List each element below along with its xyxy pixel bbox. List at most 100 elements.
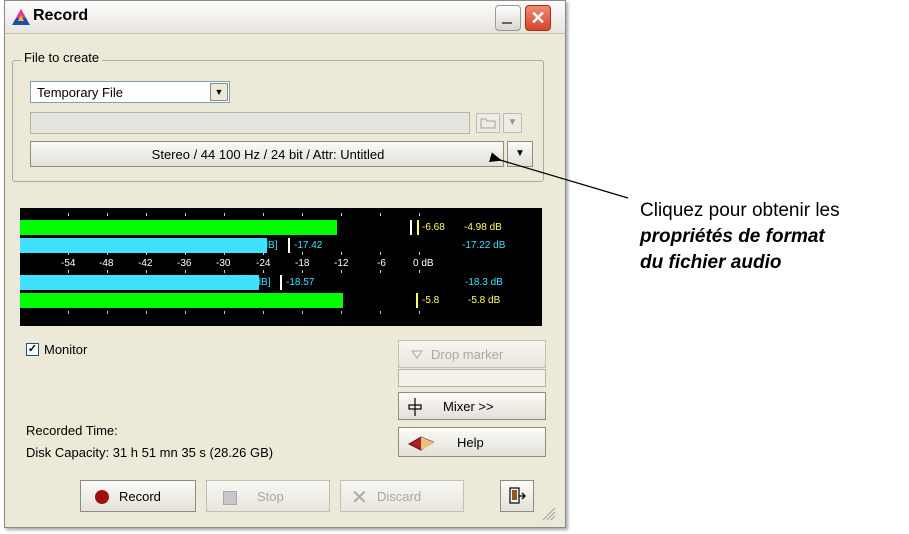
right-rms-hold-marker xyxy=(280,275,282,290)
scale-tick-label: -36 xyxy=(177,258,192,269)
scale-tick xyxy=(302,213,303,216)
scale-tick xyxy=(224,270,225,273)
scale-tick xyxy=(341,311,342,314)
marker-name-field[interactable] xyxy=(398,369,546,387)
scale-tick xyxy=(302,252,303,255)
file-type-value: Temporary File xyxy=(37,85,123,100)
scale-tick xyxy=(146,270,147,273)
title-bar[interactable]: Record ✕ xyxy=(5,1,565,34)
scale-tick xyxy=(263,270,264,273)
discard-button[interactable]: ✕ Discard xyxy=(340,480,464,512)
readout-right-peak: -5.8 dB xyxy=(468,295,501,306)
left-peak-value: -6.68 xyxy=(422,222,445,233)
disk-capacity-label: Disk Capacity: 31 h 51 mn 35 s (28.26 GB… xyxy=(26,445,274,460)
level-meter: -6.68 [0.5 dB] -17.42 [0.5 dB] -18.57 -5… xyxy=(20,208,542,326)
scale-tick xyxy=(185,213,186,216)
chevron-down-icon: ▼ xyxy=(507,117,518,128)
readout-left-rms: -17.22 dB xyxy=(462,240,506,251)
stop-label: Stop xyxy=(257,489,284,504)
scale-tick xyxy=(107,311,108,314)
file-type-select[interactable]: Temporary File ▼ xyxy=(30,81,230,103)
mixer-button[interactable]: Mixer >> xyxy=(398,392,546,420)
help-button[interactable]: Help xyxy=(398,427,546,457)
scale-tick xyxy=(68,213,69,216)
scale-tick xyxy=(419,270,420,273)
left-peak-bar xyxy=(20,220,337,235)
minimize-icon xyxy=(502,22,512,24)
help-book-icon xyxy=(407,436,435,451)
scale-tick xyxy=(263,252,264,255)
stop-button[interactable]: Stop xyxy=(206,480,330,512)
mixer-label: Mixer >> xyxy=(443,399,494,414)
resize-grip-icon[interactable] xyxy=(540,505,556,521)
window-title: Record xyxy=(33,7,89,24)
stop-icon xyxy=(223,491,237,505)
file-to-create-label: File to create xyxy=(21,50,103,65)
scale-tick xyxy=(107,270,108,273)
readout-right-rms: -18.3 dB xyxy=(465,277,503,288)
close-button[interactable]: ✕ xyxy=(525,5,551,31)
scale-tick xyxy=(146,213,147,216)
left-peak-hold-line xyxy=(417,220,419,235)
scale-tick-label: -30 xyxy=(216,258,231,269)
drop-marker-button[interactable]: Drop marker xyxy=(398,340,546,368)
scale-tick xyxy=(185,252,186,255)
annotation-line-1: Cliquez pour obtenir les xyxy=(640,200,840,221)
monitor-checkbox[interactable]: ✓ xyxy=(26,343,39,356)
right-peak-value: -5.8 xyxy=(422,295,440,306)
audio-format-button[interactable]: Stereo / 44 100 Hz / 24 bit / Attr: Unti… xyxy=(30,141,504,167)
scale-tick xyxy=(419,252,420,255)
scale-tick xyxy=(380,270,381,273)
right-rms-value: -18.57 xyxy=(286,277,315,288)
file-path-field[interactable] xyxy=(30,112,470,134)
record-label: Record xyxy=(119,489,161,504)
scale-tick xyxy=(263,311,264,314)
discard-x-icon: ✕ xyxy=(351,487,368,509)
left-peak-hold-marker xyxy=(410,220,412,235)
app-logo-icon xyxy=(12,9,30,25)
scale-tick xyxy=(380,311,381,314)
drop-marker-label: Drop marker xyxy=(431,347,504,362)
exit-button[interactable] xyxy=(500,480,534,512)
scale-tick xyxy=(185,311,186,314)
browse-folder-button[interactable] xyxy=(476,113,500,133)
scale-tick xyxy=(107,213,108,216)
right-peak-bar xyxy=(20,293,343,308)
readout-left-peak: -4.98 dB xyxy=(464,222,502,233)
scale-tick xyxy=(419,311,420,314)
right-rms-box: [0.5 dB] xyxy=(236,277,271,288)
scale-tick xyxy=(224,311,225,314)
scale-tick-label: -12 xyxy=(334,258,349,269)
scale-tick xyxy=(419,213,420,216)
scale-tick-label: -48 xyxy=(99,258,114,269)
path-history-button[interactable]: ▼ xyxy=(503,113,522,133)
left-rms-value: -17.42 xyxy=(294,240,323,251)
minimize-button[interactable] xyxy=(495,5,521,31)
format-dropdown-button[interactable]: ▼ xyxy=(507,141,533,167)
scale-tick xyxy=(107,252,108,255)
scale-tick xyxy=(341,252,342,255)
scale-tick xyxy=(302,270,303,273)
scale-tick-label: -24 xyxy=(256,258,271,269)
record-button[interactable]: Record xyxy=(80,480,196,512)
left-rms-hold-marker xyxy=(288,238,290,253)
left-rms-bar xyxy=(20,238,267,253)
scale-tick-label: -42 xyxy=(138,258,153,269)
scale-tick-label: -54 xyxy=(61,258,76,269)
scale-tick-label: 0 dB xyxy=(413,258,434,269)
record-icon xyxy=(95,490,109,504)
scale-tick xyxy=(146,311,147,314)
scale-tick xyxy=(380,213,381,216)
discard-label: Discard xyxy=(377,489,422,504)
scale-tick xyxy=(146,252,147,255)
right-peak-hold-line xyxy=(416,293,418,308)
scale-tick xyxy=(302,311,303,314)
scale-tick xyxy=(380,252,381,255)
folder-icon xyxy=(480,118,496,129)
marker-icon xyxy=(411,350,423,359)
chevron-down-icon[interactable]: ▼ xyxy=(210,83,228,101)
scale-tick xyxy=(185,270,186,273)
left-rms-box: [0.5 dB] xyxy=(243,240,278,251)
annotation-line-3: du fichier audio xyxy=(640,252,782,273)
annotation-line-2: propriétés de format xyxy=(640,226,825,247)
